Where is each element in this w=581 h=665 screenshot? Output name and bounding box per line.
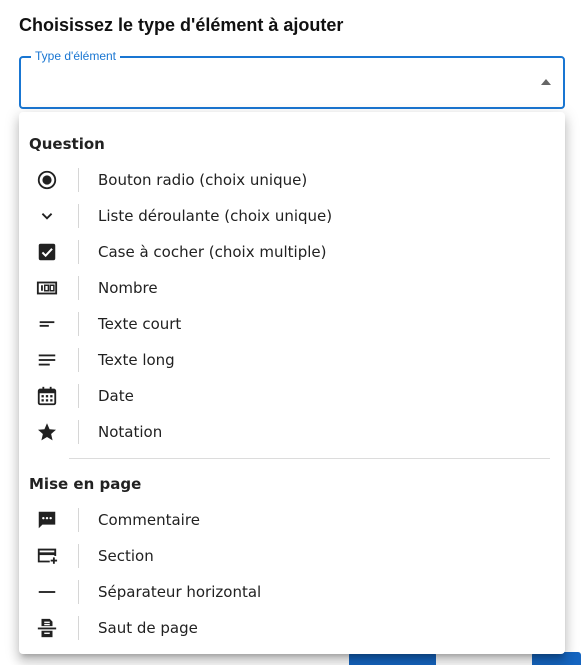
group-header-question: Question — [29, 135, 105, 153]
element-type-select[interactable]: Type d'élément — [19, 49, 565, 109]
menu-item-section[interactable]: Section — [19, 538, 565, 574]
item-separator — [78, 312, 79, 336]
calendar-icon — [36, 385, 58, 407]
number-icon — [36, 277, 58, 299]
menu-item-label: Texte court — [98, 315, 182, 333]
group-divider — [69, 458, 550, 459]
menu-item-dropdown[interactable]: Liste déroulante (choix unique) — [19, 198, 565, 234]
item-separator — [78, 348, 79, 372]
checkbox-icon — [36, 241, 58, 263]
item-separator — [78, 240, 79, 264]
menu-item-checkbox[interactable]: Case à cocher (choix multiple) — [19, 234, 565, 270]
chevron-down-icon — [36, 205, 58, 227]
radio-button-icon — [36, 169, 58, 191]
section-add-icon — [36, 545, 58, 567]
menu-item-page-break[interactable]: Saut de page — [19, 610, 565, 646]
item-separator — [78, 580, 79, 604]
long-text-icon — [36, 349, 58, 371]
menu-item-label: Séparateur horizontal — [98, 583, 262, 601]
menu-item-label: Texte long — [98, 351, 175, 369]
element-type-menu: Question Bouton radio (choix unique) Lis… — [19, 112, 565, 654]
menu-item-short-text[interactable]: Texte court — [19, 306, 565, 342]
add-element-dialog: Choisissez le type d'élément à ajouter T… — [0, 0, 581, 665]
dialog-title: Choisissez le type d'élément à ajouter — [19, 15, 344, 35]
menu-item-label: Notation — [98, 423, 163, 441]
menu-item-comment[interactable]: Commentaire — [19, 502, 565, 538]
menu-item-date[interactable]: Date — [19, 378, 565, 414]
menu-item-label: Saut de page — [98, 619, 198, 637]
item-separator — [78, 420, 79, 444]
element-type-select-label: Type d'élément — [31, 49, 121, 63]
menu-item-label: Nombre — [98, 279, 158, 297]
menu-item-label: Commentaire — [98, 511, 200, 529]
horizontal-rule-icon — [36, 581, 58, 603]
item-separator — [78, 544, 79, 568]
item-separator — [78, 168, 79, 192]
menu-item-rating[interactable]: Notation — [19, 414, 565, 450]
item-separator — [78, 616, 79, 640]
menu-item-radio[interactable]: Bouton radio (choix unique) — [19, 162, 565, 198]
item-separator — [78, 276, 79, 300]
item-separator — [78, 384, 79, 408]
menu-item-label: Date — [98, 387, 134, 405]
menu-item-label: Case à cocher (choix multiple) — [98, 243, 327, 261]
menu-item-label: Liste déroulante (choix unique) — [98, 207, 333, 225]
item-separator — [78, 508, 79, 532]
short-text-icon — [36, 313, 58, 335]
menu-item-label: Section — [98, 547, 154, 565]
item-separator — [78, 204, 79, 228]
menu-item-horizontal-separator[interactable]: Séparateur horizontal — [19, 574, 565, 610]
page-break-icon — [36, 617, 58, 639]
star-icon — [36, 421, 58, 443]
group-header-layout: Mise en page — [29, 475, 142, 493]
arrow-up-icon[interactable] — [541, 79, 551, 85]
comment-icon — [36, 509, 58, 531]
menu-item-label: Bouton radio (choix unique) — [98, 171, 308, 189]
menu-item-long-text[interactable]: Texte long — [19, 342, 565, 378]
menu-item-number[interactable]: Nombre — [19, 270, 565, 306]
